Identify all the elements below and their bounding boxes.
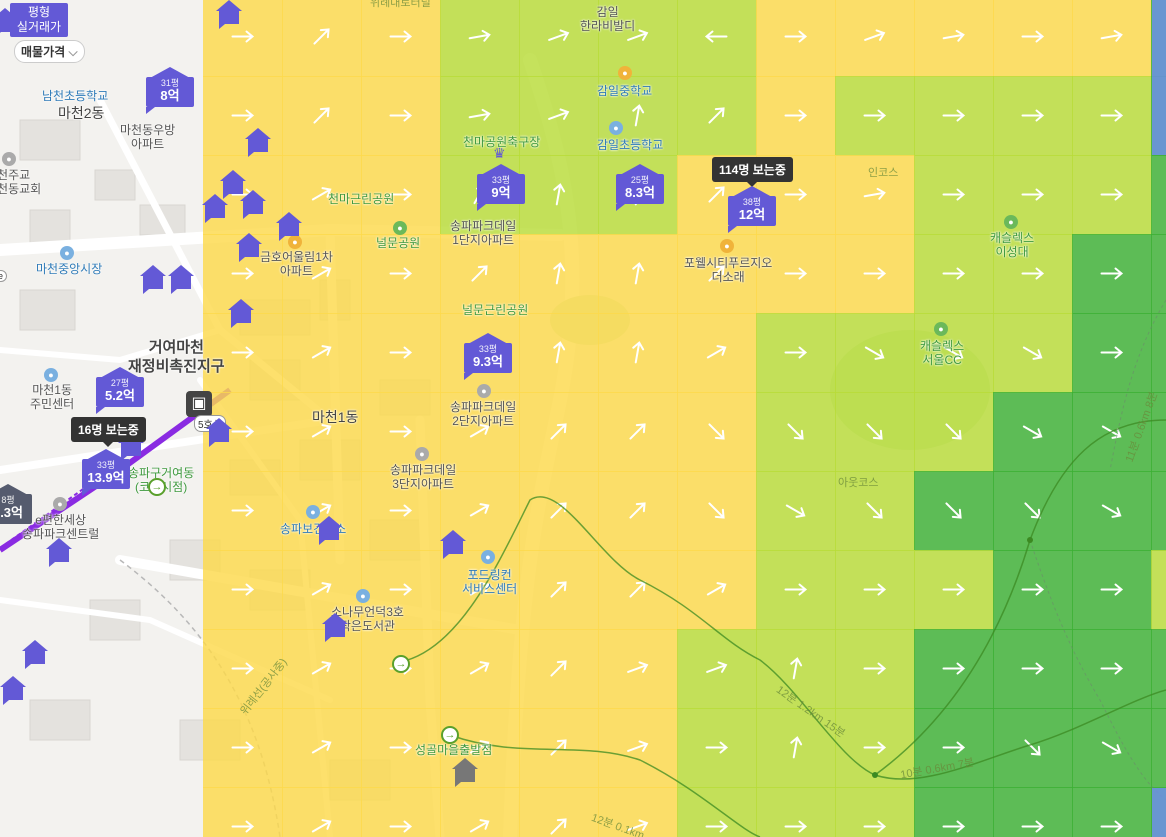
label-church: 천주교 마천동교회 xyxy=(0,168,42,196)
house-icon[interactable] xyxy=(22,640,48,669)
market-icon[interactable]: ● xyxy=(60,246,74,260)
label-songpa-1: 송파파크데일 1단지아파트 xyxy=(450,219,517,247)
crown-icon: ♛ xyxy=(493,145,506,161)
listing-size: 8평 xyxy=(1,495,15,505)
label-castlex-cc: 캐슬렉스 서울CC xyxy=(920,339,965,367)
house-icon[interactable] xyxy=(440,530,466,559)
label-macheon2: 마천2동 xyxy=(58,105,105,121)
house-icon[interactable] xyxy=(140,265,166,294)
label-ehan: e편한세상 송파파크센트럴 xyxy=(22,513,100,541)
mode-label-line1: 평형 xyxy=(27,5,51,19)
house-icon[interactable] xyxy=(216,0,242,29)
label-gamil-middle: 감일중학교 xyxy=(597,84,653,98)
trail-start-icon[interactable]: → xyxy=(148,478,166,496)
house-icon[interactable] xyxy=(452,758,478,787)
apartment-icon[interactable]: ● xyxy=(477,384,491,398)
school-icon[interactable]: ● xyxy=(609,121,623,135)
viewer-count-tooltip: 16명 보는중 xyxy=(71,417,146,447)
apartment-icon[interactable]: ● xyxy=(415,447,429,461)
label-incourse: 인코스 xyxy=(868,167,899,179)
house-icon[interactable] xyxy=(46,538,72,567)
house-icon[interactable] xyxy=(245,128,271,157)
apartment-icon[interactable]: ● xyxy=(53,497,67,511)
label-gamil-elem: 감일초등학교 xyxy=(597,138,664,152)
listing-size: 31평 xyxy=(160,78,180,88)
service-icon[interactable]: ● xyxy=(481,550,495,564)
filter-control: 평형 실거래가 매물가격 ⌵ xyxy=(0,0,85,64)
label-cheonma-park: 천마근린공원 xyxy=(328,192,395,206)
listing-marker[interactable]: 38평 12억 xyxy=(728,186,776,233)
listing-price: 3.3억 xyxy=(0,505,24,520)
listing-price: 9억 xyxy=(491,185,511,200)
label-macheon-market: 마천중앙시장 xyxy=(36,262,103,276)
house-icon[interactable] xyxy=(322,613,348,642)
listing-price: 12억 xyxy=(738,207,766,222)
label-castlex: 캐슬렉스 이성대 xyxy=(990,231,1035,259)
label-podring: 포드링컨 서비스센터 xyxy=(462,568,518,596)
house-icon[interactable] xyxy=(168,265,194,294)
chevron-down-icon: ⌵ xyxy=(68,45,78,59)
listing-price: 8.3억 xyxy=(624,185,656,200)
listing-marker[interactable]: 8평3.3억 xyxy=(0,484,32,530)
mode-label-line2: 실거래가 xyxy=(16,20,62,34)
golf-icon[interactable]: ● xyxy=(1004,215,1018,229)
house-icon[interactable] xyxy=(236,233,262,262)
price-type-label: 매물가격 xyxy=(21,45,66,59)
listing-price: 13.9억 xyxy=(87,470,125,485)
price-type-select[interactable]: 매물가격 ⌵ xyxy=(14,40,85,63)
listing-size: 33평 xyxy=(491,175,511,185)
map-canvas[interactable]: 위례대로터널 감일 한라비발디 남천초등학교 마천2동 마천동우방 아파트 감일… xyxy=(0,0,1166,837)
golf-icon[interactable]: ● xyxy=(934,322,948,336)
label-macheon-woobang: 마천동우방 아파트 xyxy=(120,123,176,151)
house-icon[interactable] xyxy=(228,299,254,328)
school-icon[interactable]: ● xyxy=(618,66,632,80)
house-icon[interactable] xyxy=(0,676,26,705)
label-namcheon-school: 남천초등학교 xyxy=(42,89,109,103)
label-geumho: 금호어울림1차 아파트 xyxy=(260,250,333,278)
church-icon[interactable]: ● xyxy=(2,152,16,166)
subway-icon[interactable]: ▣ xyxy=(186,391,212,417)
label-macheon1-center: 마천1동 주민센터 xyxy=(30,383,75,411)
listing-price: 9.3억 xyxy=(472,354,504,369)
trail-point-icon[interactable]: → xyxy=(441,726,459,744)
listing-size: 33평 xyxy=(96,460,116,470)
listing-marker[interactable]: 25평 8.3억 xyxy=(616,164,664,211)
trail-point-icon[interactable]: → xyxy=(392,655,410,673)
label-neolmun-park: 널문공원 xyxy=(376,236,421,250)
label-outcourse: 아웃코스 xyxy=(838,477,879,489)
listing-size: 33평 xyxy=(478,344,498,354)
listing-size: 27평 xyxy=(110,378,130,388)
apartment-icon[interactable]: ● xyxy=(720,239,734,253)
label-macheon1: 마천1동 xyxy=(312,409,359,425)
house-icon[interactable] xyxy=(202,194,228,223)
viewer-count-tooltip: 114명 보는중 xyxy=(712,157,793,187)
listing-marker[interactable]: 33평 9억 xyxy=(477,164,525,211)
listing-marker[interactable]: 31평 8억 xyxy=(146,67,194,114)
label-seonggol: 성골마을출발점 xyxy=(415,743,493,757)
label-tunnel: 위례대로터널 xyxy=(370,0,431,9)
house-icon[interactable] xyxy=(206,418,232,447)
listing-price: 8억 xyxy=(160,88,180,103)
listing-marker[interactable]: 33평 9.3억 xyxy=(464,333,512,380)
park-icon[interactable]: ● xyxy=(393,221,407,235)
listing-marker[interactable]: 33평 13.9억 xyxy=(82,449,130,496)
listing-size: 38평 xyxy=(742,197,762,207)
house-icon[interactable] xyxy=(240,190,266,219)
label-poretel: 포웰시티푸르지오 더소래 xyxy=(684,256,773,284)
mode-toggle-button[interactable]: 평형 실거래가 xyxy=(10,3,68,37)
listing-price: 5.2억 xyxy=(104,388,136,403)
label-gamil-apt: 감일 한라비발디 xyxy=(580,5,636,33)
house-icon[interactable] xyxy=(316,516,342,545)
label-songpa-3: 송파파크데일 3단지아파트 xyxy=(390,463,457,491)
label-songpa-2: 송파파크데일 2단지아파트 xyxy=(450,400,517,428)
house-icon[interactable] xyxy=(276,212,302,241)
government-icon[interactable]: ● xyxy=(44,368,58,382)
library-icon[interactable]: ● xyxy=(356,589,370,603)
label-neolmun-big: 널문근린공원 xyxy=(462,303,529,317)
listing-size: 25평 xyxy=(630,175,650,185)
listing-marker[interactable]: 27평 5.2억 xyxy=(96,367,144,414)
